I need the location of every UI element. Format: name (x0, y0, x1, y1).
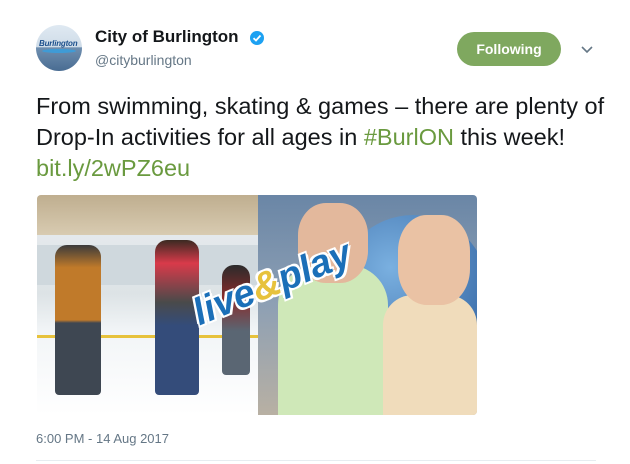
tweet-timestamp[interactable]: 6:00 PM - 14 Aug 2017 (36, 431, 169, 446)
rink-roof (37, 195, 258, 235)
avatar-logo-swoosh (42, 49, 76, 53)
skater-man (55, 245, 101, 395)
man-right-face (398, 215, 470, 305)
man-right-shirt (383, 295, 477, 415)
tweet-text-middle: this week! (453, 124, 565, 150)
account-name[interactable]: City of Burlington (95, 27, 239, 47)
hashtag-link[interactable]: #BurlON (364, 124, 454, 150)
chevron-down-icon[interactable] (579, 41, 595, 57)
account-handle[interactable]: @cityburlington (95, 52, 192, 68)
tweet-text: From swimming, skating & games – there a… (36, 91, 606, 184)
tweet-media-image[interactable]: live&play (37, 195, 477, 415)
url-link[interactable]: bit.ly/2wPZ6eu (36, 155, 190, 181)
account-avatar[interactable]: Burlington (36, 25, 82, 71)
following-button[interactable]: Following (457, 32, 561, 66)
verified-badge-icon (250, 31, 264, 45)
seniors-photo (258, 195, 477, 415)
avatar-logo-text: Burlington (39, 39, 78, 48)
divider (36, 460, 596, 461)
skater-woman (155, 240, 199, 395)
